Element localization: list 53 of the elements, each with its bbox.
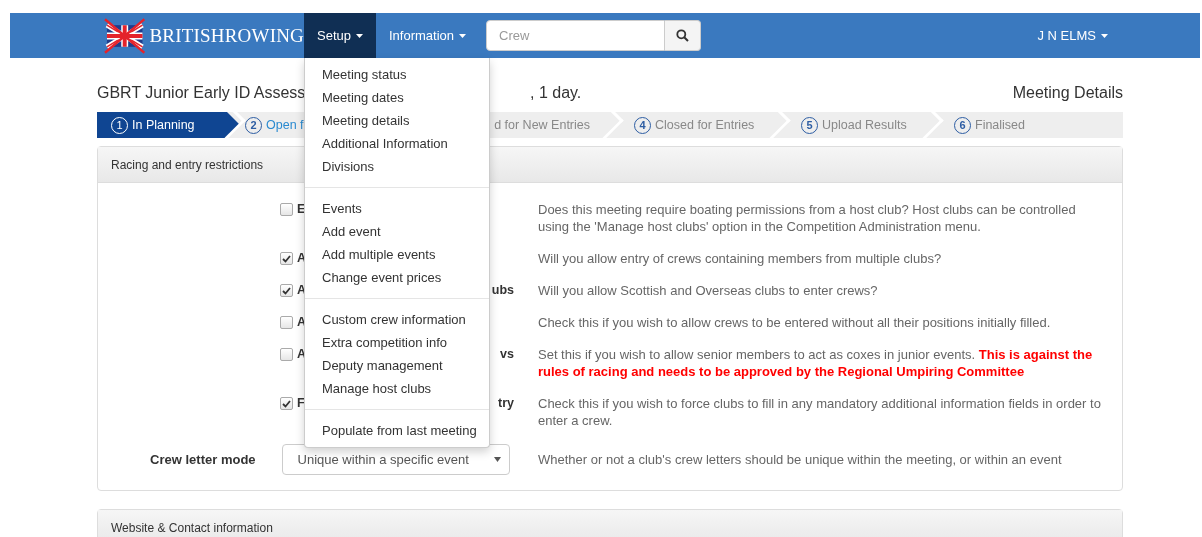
- brand-name: BRITISHROWING: [149, 24, 304, 47]
- menu-item[interactable]: Divisions: [305, 155, 489, 178]
- option-description: Check this if you wish to force clubs to fill in any mandatory additional information fields in order to enter a crew.: [538, 395, 1102, 429]
- option-description: Will you allow entry of crews containing members from multiple clubs?: [538, 250, 943, 267]
- menu-item[interactable]: Custom crew information: [305, 308, 489, 331]
- panel-heading: Website & Contact information: [98, 510, 1122, 537]
- menu-item[interactable]: Add event: [305, 220, 489, 243]
- menu-item[interactable]: Events: [305, 197, 489, 220]
- menu-item[interactable]: Manage host clubs: [305, 377, 489, 400]
- step-label: Open f: [266, 118, 304, 132]
- option-label: vs: [500, 346, 514, 363]
- menu-item[interactable]: Add multiple events: [305, 243, 489, 266]
- step-label: d for New Entries: [494, 118, 590, 132]
- menu-item[interactable]: Extra competition info: [305, 331, 489, 354]
- nav-menu[interactable]: Setup: [304, 13, 376, 58]
- logo-icon: [104, 17, 146, 54]
- option-label: F: [297, 395, 305, 412]
- step-label: Closed for Entries: [655, 118, 755, 132]
- checkbox[interactable]: [280, 203, 293, 216]
- step-label: Upload Results: [822, 118, 907, 132]
- user-menu[interactable]: J N ELMS: [1031, 27, 1114, 44]
- menu-item[interactable]: Meeting status: [305, 63, 489, 86]
- search-field[interactable]: Crew: [486, 20, 666, 51]
- step-label: In Planning: [132, 118, 195, 132]
- checkbox[interactable]: [280, 284, 293, 297]
- caret-icon: [459, 33, 467, 38]
- menu-item[interactable]: Deputy management: [305, 354, 489, 377]
- checkbox[interactable]: [280, 252, 293, 265]
- option-label: ubs: [491, 282, 514, 299]
- page-heading: Meeting Details: [1012, 84, 1123, 102]
- menu-item[interactable]: Meeting dates: [305, 86, 489, 109]
- meeting-title: GBRT Junior Early ID Assess: [97, 84, 306, 101]
- menu-item[interactable]: Meeting details: [305, 109, 489, 132]
- checkbox[interactable]: [280, 316, 293, 329]
- meeting-title: , 1 day.: [530, 84, 582, 102]
- option-description: Whether or not a club's crew letters should be unique within the meeting, or within an event: [538, 452, 1063, 467]
- search-icon: [676, 29, 690, 42]
- caret-icon: [1101, 33, 1108, 38]
- option-description: Check this if you wish to allow crews to be entered without all their positions initially filled.: [538, 314, 1052, 331]
- search-button[interactable]: [665, 20, 702, 51]
- step-label: Finalised: [975, 118, 1026, 132]
- nav-menu[interactable]: Information: [376, 13, 480, 58]
- option-description: Does this meeting require boating permissions from a host club? Host clubs can be controlled using the 'Manage host clubs' option in the Competition Administration menu.: [538, 201, 1077, 235]
- menu-item[interactable]: Populate from last meeting: [305, 419, 489, 442]
- menu-item[interactable]: Change event prices: [305, 266, 489, 289]
- checkbox[interactable]: [280, 397, 293, 410]
- option-label: try: [498, 395, 514, 412]
- field-label: Crew letter mode: [149, 452, 256, 467]
- option-description: Set this if you wish to allow senior members to act as coxes in junior events. This is against the rules of racing and needs to be approved by the Regional Umpiring Committee: [538, 346, 1094, 380]
- caret-icon: [356, 33, 363, 38]
- caret-icon: [494, 457, 501, 462]
- option-description: Will you allow Scottish and Overseas clubs to enter crews?: [538, 282, 879, 299]
- checkbox[interactable]: [280, 348, 293, 361]
